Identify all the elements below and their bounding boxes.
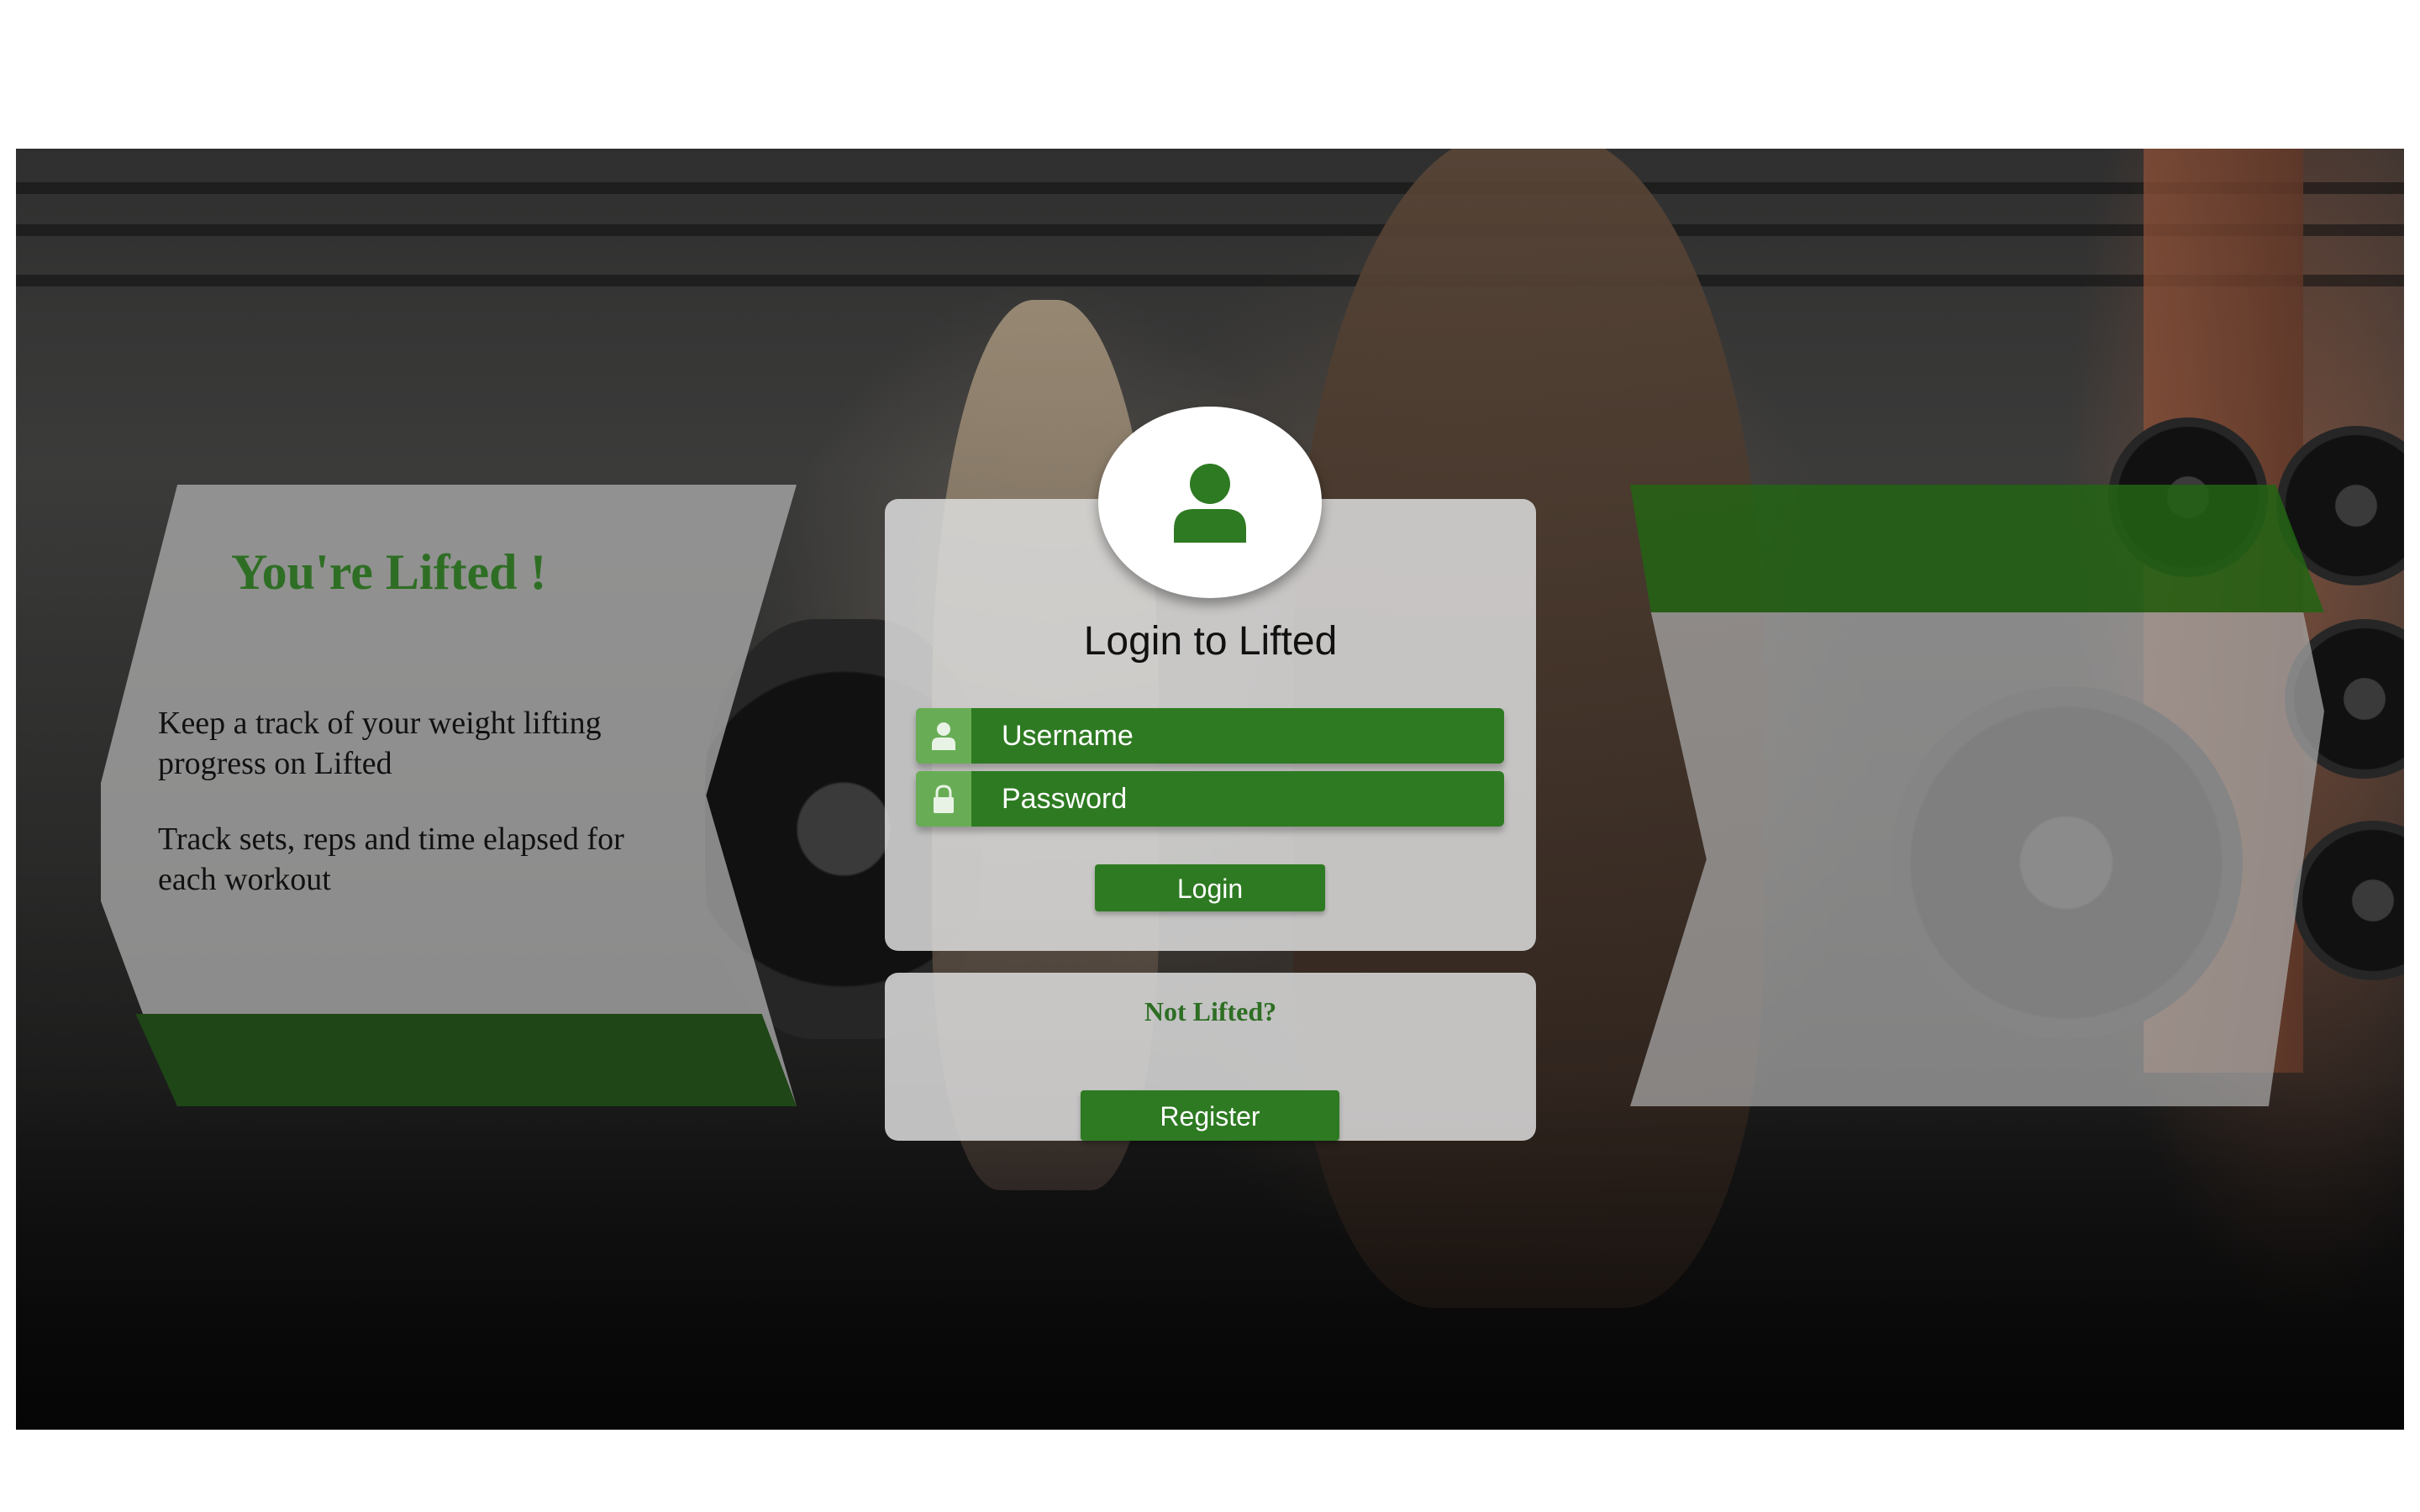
register-button[interactable]: Register (1081, 1090, 1339, 1141)
lock-icon (934, 785, 954, 813)
info-paragraph: Track sets, reps and time elapsed for ea… (158, 822, 624, 897)
decorative-panel-background (1630, 612, 2324, 1106)
ceiling-beam (16, 182, 2404, 194)
login-title: Login to Lifted (1083, 619, 1338, 664)
password-field[interactable]: Password (916, 771, 1504, 827)
username-icon-box (916, 708, 971, 764)
username-placeholder: Username (1002, 720, 1134, 752)
decorative-panel-band (1630, 485, 2324, 612)
info-title: You're Lifted ! (231, 544, 547, 600)
register-prompt: Not Lifted? (1144, 996, 1277, 1026)
password-placeholder: Password (1002, 783, 1128, 815)
ceiling-beam (16, 275, 2404, 286)
login-button[interactable]: Login (1095, 864, 1325, 911)
avatar (1098, 407, 1322, 598)
username-field[interactable]: Username (916, 708, 1504, 764)
info-paragraph: Keep a track of your weight lifting prog… (158, 706, 602, 781)
user-avatar-icon (1174, 464, 1246, 543)
ceiling-beam (16, 224, 2404, 236)
info-panel-band (135, 1014, 797, 1106)
decorative-panel (1630, 485, 2324, 1106)
info-panel: You're Lifted ! Keep a track of your wei… (101, 485, 797, 1106)
password-icon-box (916, 771, 971, 827)
user-icon (932, 722, 955, 750)
